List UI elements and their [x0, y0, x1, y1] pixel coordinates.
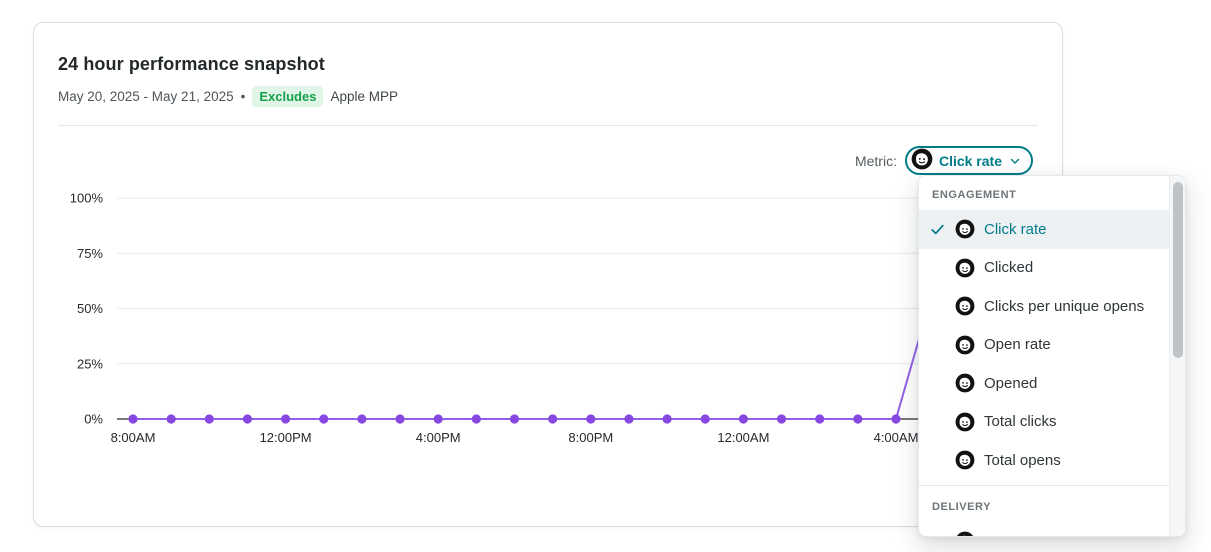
menu-item-label: Clicked [984, 259, 1034, 277]
data-point[interactable] [166, 414, 176, 424]
svg-text:12:00AM: 12:00AM [717, 430, 769, 445]
data-point[interactable] [319, 414, 329, 424]
mailchimp-freddie-icon [955, 412, 975, 432]
menu-item-partial[interactable] [919, 522, 1170, 536]
svg-text:100%: 100% [70, 191, 104, 206]
data-point[interactable] [662, 414, 672, 424]
data-point[interactable] [815, 414, 825, 424]
mailchimp-freddie-icon [955, 296, 975, 316]
svg-text:4:00AM: 4:00AM [874, 430, 919, 445]
menu-item-opened[interactable]: Opened [919, 364, 1170, 403]
mailchimp-freddie-icon [955, 219, 975, 239]
menu-item-open-rate[interactable]: Open rate [919, 326, 1170, 365]
mailchimp-freddie-icon [955, 219, 975, 239]
data-point[interactable] [433, 414, 443, 424]
data-point[interactable] [548, 414, 558, 424]
data-point[interactable] [853, 414, 863, 424]
check-icon-slot [929, 221, 955, 238]
menu-item-label: Opened [984, 374, 1038, 392]
metric-dropdown-value: Click rate [938, 152, 1002, 169]
menu-item-label: Open rate [984, 336, 1051, 354]
data-point[interactable] [471, 414, 481, 424]
svg-text:8:00AM: 8:00AM [111, 430, 156, 445]
mailchimp-freddie-icon [955, 335, 975, 355]
mailchimp-freddie-icon [955, 373, 975, 393]
check-icon [931, 224, 944, 234]
metric-label: Metric: [854, 152, 897, 169]
mailchimp-freddie-icon [955, 450, 975, 470]
y-axis-labels: 0% 25% 50% 75% 100% [70, 191, 104, 427]
page: 24 hour performance snapshot May 20, 202… [0, 0, 1211, 552]
svg-text:25%: 25% [77, 356, 103, 371]
data-point[interactable] [738, 414, 749, 424]
dropdown-scrollbar-track[interactable] [1169, 176, 1185, 536]
svg-text:8:00PM: 8:00PM [568, 430, 613, 445]
mailchimp-freddie-icon [911, 148, 933, 173]
menu-item-label: Total opens [984, 451, 1061, 469]
mailchimp-freddie-icon [955, 258, 975, 278]
svg-text:4:00PM: 4:00PM [416, 430, 461, 445]
menu-section-delivery: DELIVERY [919, 484, 1170, 536]
data-points[interactable] [128, 414, 901, 424]
metric-dropdown-menu-list: ENGAGEMENT Click rate Clicked Clicks per… [919, 176, 1170, 536]
dropdown-scrollbar-thumb[interactable] [1172, 182, 1183, 358]
svg-text:0%: 0% [84, 412, 103, 427]
data-point[interactable] [509, 414, 520, 424]
data-point[interactable] [586, 414, 596, 424]
mailchimp-freddie-icon [955, 450, 975, 470]
svg-text:50%: 50% [77, 301, 103, 316]
data-point[interactable] [357, 414, 367, 424]
data-point[interactable] [204, 414, 214, 424]
data-point[interactable] [891, 414, 901, 424]
menu-item-clicked[interactable]: Clicked [919, 249, 1170, 288]
menu-section-header: ENGAGEMENT [932, 189, 1017, 201]
mailchimp-freddie-icon [956, 531, 974, 536]
menu-section-engagement: ENGAGEMENT Click rate Clicked Clicks per… [919, 184, 1170, 480]
metric-selector-row: Metric: Click rate [855, 146, 1033, 175]
series-line [133, 286, 936, 420]
metric-dropdown-button[interactable]: Click rate [904, 146, 1033, 175]
data-point[interactable] [776, 414, 787, 424]
data-point[interactable] [624, 414, 634, 424]
mailchimp-freddie-icon [955, 373, 975, 393]
x-axis-labels: 8:00AM 12:00PM 4:00PM 8:00PM 12:00AM 4:00AM [111, 430, 919, 445]
mailchimp-freddie-icon [955, 531, 975, 536]
svg-text:75%: 75% [77, 246, 103, 261]
menu-item-click-rate[interactable]: Click rate [919, 210, 1170, 249]
chevron-down-icon [1010, 158, 1020, 164]
grid-lines [117, 197, 1040, 420]
menu-item-label: Click rate [984, 220, 1047, 238]
metric-dropdown-menu: ENGAGEMENT Click rate Clicked Clicks per… [918, 175, 1186, 537]
menu-item-total-opens[interactable]: Total opens [919, 441, 1170, 480]
mailchimp-freddie-icon [955, 258, 975, 278]
data-point[interactable] [395, 414, 405, 424]
mailchimp-freddie-icon [955, 335, 975, 355]
mailchimp-freddie-icon [911, 148, 933, 170]
data-point[interactable] [700, 414, 710, 424]
menu-section-header: DELIVERY [932, 500, 992, 513]
svg-text:12:00PM: 12:00PM [260, 430, 312, 445]
mailchimp-freddie-icon [955, 412, 975, 432]
menu-item-clicks-per-unique-opens[interactable]: Clicks per unique opens [919, 287, 1170, 326]
data-point[interactable] [242, 414, 253, 424]
data-point[interactable] [281, 414, 291, 424]
menu-item-label: Total clicks [984, 413, 1057, 431]
data-point[interactable] [128, 414, 138, 424]
menu-item-total-clicks[interactable]: Total clicks [919, 403, 1170, 442]
mailchimp-freddie-icon [955, 296, 975, 316]
menu-item-label: Clicks per unique opens [984, 297, 1145, 315]
